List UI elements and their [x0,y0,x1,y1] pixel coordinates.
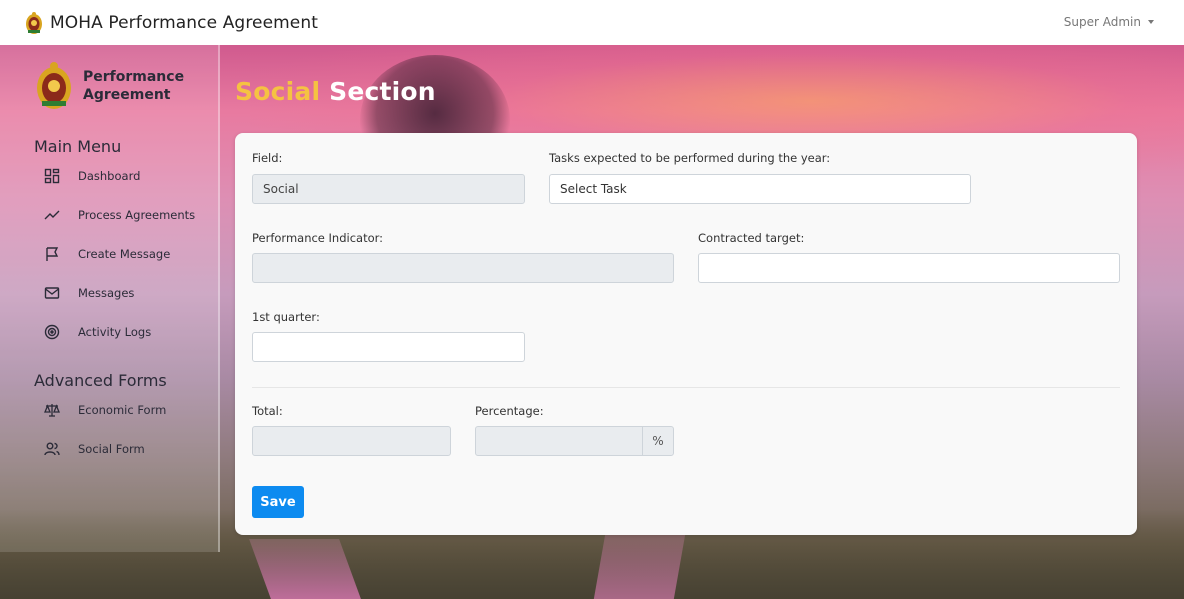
caret-down-icon [1148,20,1154,24]
sidebar-item-activity-logs[interactable]: Activity Logs [0,312,218,351]
main-content: Social Section Field: Tasks expected to … [235,45,1137,535]
sidebar-brand-line2: Agreement [83,87,171,103]
sidebar-item-dashboard[interactable]: Dashboard [0,156,218,195]
sidebar-brand[interactable]: Performance Agreement [0,45,218,111]
emblem-icon [26,11,42,34]
page-title: Social Section [235,77,1137,106]
save-button[interactable]: Save [252,486,304,518]
social-form-card: Field: Tasks expected to be performed du… [235,133,1137,535]
task-select-value: Select Task [560,182,627,196]
sidebar-item-label: Process Agreements [78,207,196,222]
tasks-label: Tasks expected to be performed during th… [549,151,831,165]
trend-line-icon [43,206,61,224]
sidebar-item-label: Create Message [78,246,171,261]
contracted-target-input[interactable] [698,253,1120,283]
page-title-rest: Section [320,77,436,106]
page-title-highlight: Social [235,77,321,106]
user-menu-dropdown[interactable]: Super Admin [1064,15,1154,29]
dashboard-icon [43,167,61,185]
sidebar-item-create-message[interactable]: Create Message [0,234,218,273]
contracted-target-label: Contracted target: [698,231,805,245]
sidebar: Performance Agreement Main Menu Dashboar… [0,45,220,552]
sidebar-brand-line1: Performance [83,69,185,85]
first-quarter-label: 1st quarter: [252,310,320,324]
sidebar-item-label: Activity Logs [78,324,152,339]
total-label: Total: [252,404,283,418]
percentage-label: Percentage: [475,404,544,418]
mail-icon [43,284,61,302]
user-name: Super Admin [1063,15,1141,29]
main-menu-heading: Main Menu [34,137,122,156]
sidebar-item-label: Economic Form [78,402,167,417]
task-select[interactable]: Select Task [549,174,971,204]
advanced-forms-heading: Advanced Forms [34,371,167,390]
sidebar-item-messages[interactable]: Messages [0,273,218,312]
form-divider [252,387,1120,388]
field-input[interactable] [252,174,525,204]
field-label: Field: [252,151,283,165]
scale-icon [43,401,61,419]
flag-icon [43,245,61,263]
performance-indicator-input[interactable] [252,253,674,283]
sidebar-item-label: Social Form [78,441,145,456]
sidebar-item-label: Dashboard [78,168,141,183]
app-title: MOHA Performance Agreement [50,12,319,33]
target-icon [43,323,61,341]
first-quarter-input[interactable] [252,332,525,362]
performance-indicator-label: Performance Indicator: [252,231,384,245]
percentage-input[interactable] [475,426,643,456]
sidebar-item-economic-form[interactable]: Economic Form [0,390,218,429]
app-brand[interactable]: MOHA Performance Agreement [24,11,318,35]
sidebar-item-social-form[interactable]: Social Form [0,429,218,468]
users-icon [43,440,61,458]
sidebar-item-label: Messages [78,285,135,300]
total-input[interactable] [252,426,451,456]
percent-addon: % [642,426,674,456]
top-navbar: MOHA Performance Agreement Super Admin [0,0,1184,45]
emblem-icon [37,62,71,109]
sidebar-item-process-agreements[interactable]: Process Agreements [0,195,218,234]
